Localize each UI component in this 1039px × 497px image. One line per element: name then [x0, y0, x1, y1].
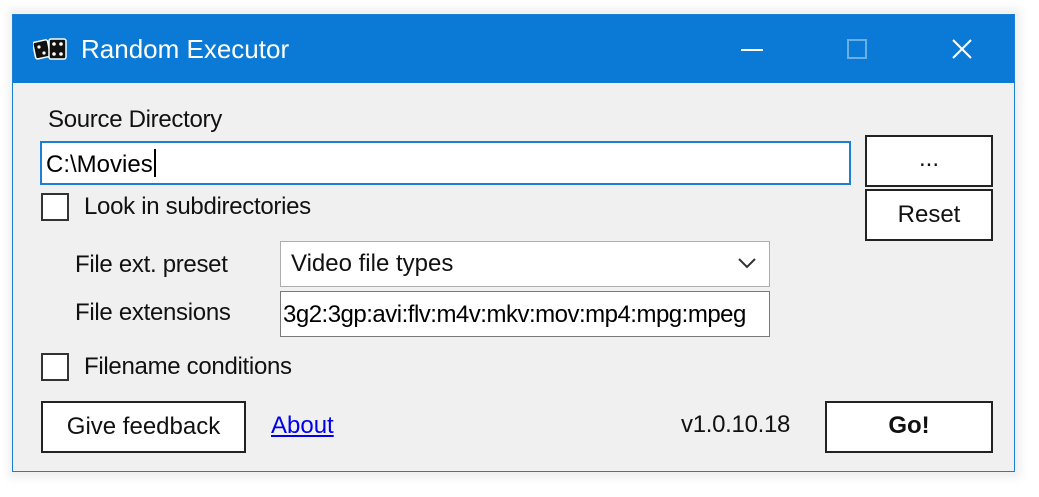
maximize-icon [847, 39, 867, 59]
reset-button[interactable]: Reset [865, 189, 993, 241]
source-directory-input[interactable]: C:\Movies [40, 141, 851, 185]
minimize-button[interactable] [703, 15, 803, 83]
file-ext-preset-value: Video file types [291, 250, 454, 277]
version-label: v1.0.10.18 [681, 411, 791, 438]
go-button[interactable]: Go! [825, 401, 993, 453]
text-caret [153, 149, 156, 177]
file-ext-preset-dropdown[interactable]: Video file types [280, 241, 770, 287]
filename-conditions-checkbox[interactable] [41, 353, 69, 381]
subdirectories-checkbox[interactable] [41, 193, 69, 221]
source-directory-value: C:\Movies [46, 151, 153, 178]
file-extensions-label: File extensions [75, 299, 231, 326]
window-title: Random Executor [81, 34, 290, 64]
file-extensions-value: 3g2:3gp:avi:flv:m4v:mkv:mov:mp4:mpg:mpeg [283, 301, 746, 328]
close-icon [952, 39, 972, 59]
filename-conditions-label[interactable]: Filename conditions [84, 353, 292, 381]
dice-icon [32, 35, 69, 63]
file-extensions-input[interactable]: 3g2:3gp:avi:flv:m4v:mkv:mov:mp4:mpg:mpeg [280, 291, 770, 337]
app-window: Random Executor Source Directory C:\Movi… [12, 14, 1015, 472]
about-link[interactable]: About [271, 412, 334, 440]
minimize-icon [741, 49, 763, 51]
title-bar[interactable]: Random Executor [13, 15, 1014, 83]
chevron-down-icon [738, 258, 756, 269]
close-button[interactable] [912, 15, 1012, 83]
file-ext-preset-label: File ext. preset [75, 251, 228, 278]
browse-button[interactable]: ... [865, 135, 993, 187]
maximize-button[interactable] [807, 15, 907, 83]
give-feedback-button[interactable]: Give feedback [41, 401, 246, 453]
source-directory-label: Source Directory [48, 106, 222, 133]
subdirectories-label[interactable]: Look in subdirectories [84, 193, 311, 221]
